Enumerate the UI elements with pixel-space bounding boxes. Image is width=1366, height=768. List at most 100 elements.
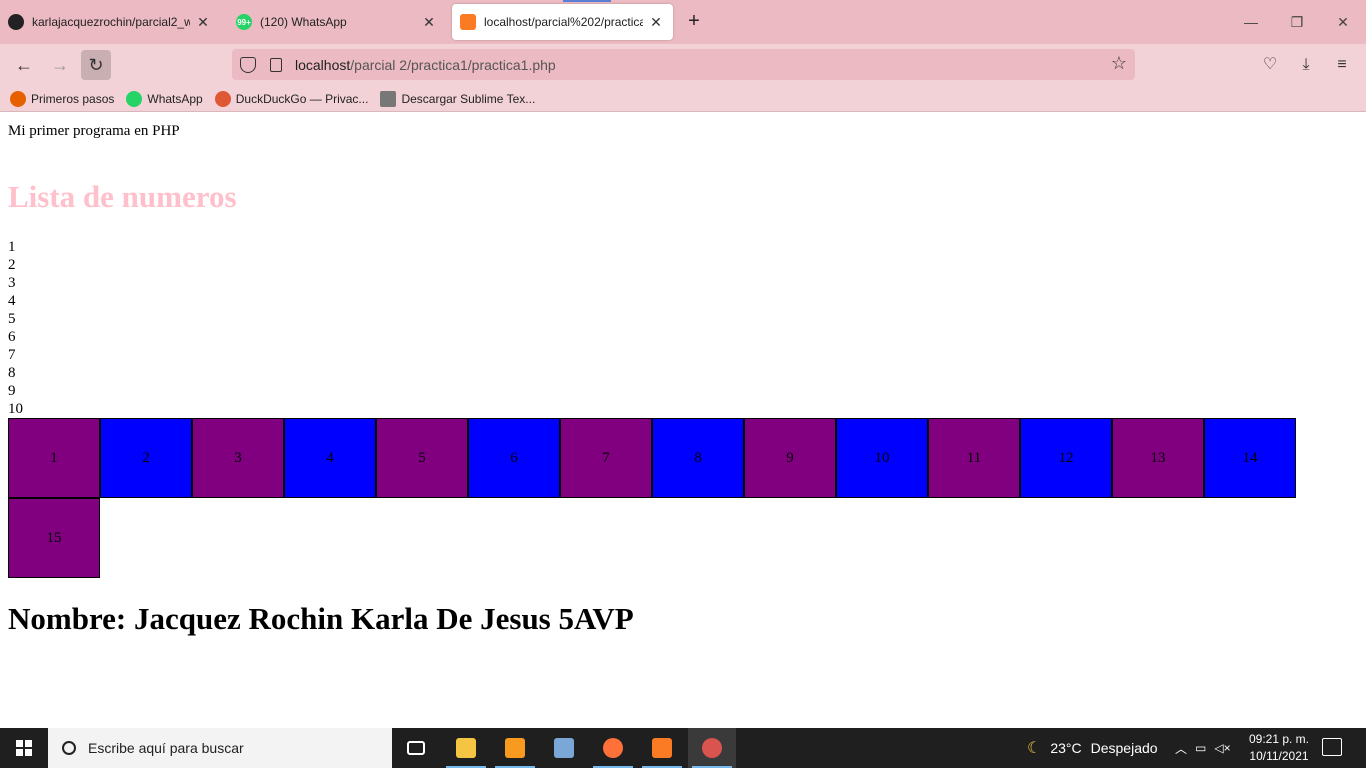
list-title: Lista de numeros — [8, 179, 237, 214]
number-item: 9 — [8, 383, 16, 399]
duckduckgo-icon — [214, 90, 231, 107]
chevron-up-icon[interactable]: ︿ — [1175, 740, 1187, 757]
close-window-button[interactable]: ✕ — [1328, 10, 1358, 34]
firefox-icon — [603, 738, 623, 758]
new-tab-button[interactable]: + — [682, 10, 706, 34]
url-text[interactable]: localhost/parcial 2/practica1/practica1.… — [295, 57, 556, 73]
network-app-icon — [554, 738, 574, 758]
number-box: 12 — [1020, 418, 1112, 498]
number-item: 1 — [8, 239, 16, 255]
number-box: 6 — [468, 418, 560, 498]
number-box: 10 — [836, 418, 928, 498]
file-explorer-button[interactable] — [442, 728, 490, 768]
weather-text: Despejado — [1090, 740, 1158, 756]
url-host: localhost — [295, 56, 351, 73]
url-bar[interactable]: localhost/parcial 2/practica1/practica1.… — [232, 49, 1135, 80]
number-box: 7 — [560, 418, 652, 498]
pocket-icon[interactable]: ♡ — [1259, 54, 1281, 76]
forward-button[interactable]: → — [45, 50, 75, 80]
snipping-tool-icon — [702, 738, 722, 758]
number-box: 5 — [376, 418, 468, 498]
start-button[interactable] — [0, 728, 48, 768]
search-icon — [62, 741, 76, 755]
intro-text: Mi primer programa en PHP — [8, 123, 180, 139]
task-view-button[interactable] — [392, 728, 440, 768]
close-tab-icon[interactable]: ✕ — [420, 14, 438, 31]
number-item: 5 — [8, 311, 16, 327]
snipping-tool-button[interactable] — [688, 728, 736, 768]
menu-icon[interactable]: ≡ — [1331, 54, 1353, 76]
back-button[interactable]: ← — [9, 50, 39, 80]
page-icon — [380, 90, 397, 107]
whatsapp-icon: 99+ — [236, 14, 252, 30]
clock-time: 09:21 p. m. — [1248, 732, 1310, 746]
close-tab-icon[interactable]: ✕ — [194, 14, 212, 31]
bookmark-label: Primeros pasos — [31, 91, 115, 106]
close-tab-icon[interactable]: ✕ — [647, 14, 665, 31]
bookmark-whatsapp[interactable]: WhatsApp — [126, 90, 203, 107]
xampp-icon — [652, 738, 672, 758]
folder-icon — [456, 738, 476, 758]
download-icon[interactable]: ⤓ — [1295, 54, 1317, 76]
number-item: 2 — [8, 257, 16, 273]
sublime-button[interactable] — [491, 728, 539, 768]
windows-icon — [16, 740, 32, 756]
number-item: 10 — [8, 401, 23, 417]
number-box: 9 — [744, 418, 836, 498]
system-tray: ︿ ▭ ◁× — [1175, 728, 1239, 768]
network-icon[interactable]: ▭ — [1195, 741, 1206, 755]
moon-icon: ☾ — [1027, 740, 1042, 757]
whatsapp-icon — [126, 90, 143, 107]
number-item: 4 — [8, 293, 16, 309]
number-box: 13 — [1112, 418, 1204, 498]
firefox-button[interactable] — [589, 728, 637, 768]
number-box: 14 — [1204, 418, 1296, 498]
nav-bar: ← → ↻ localhost/parcial 2/practica1/prac… — [0, 44, 1366, 86]
tab-localhost[interactable]: localhost/parcial%202/practica ✕ — [452, 4, 673, 40]
notification-icon[interactable] — [1322, 738, 1342, 756]
bookmark-duckduckgo[interactable]: DuckDuckGo — Privac... — [214, 90, 369, 107]
xampp-button[interactable] — [638, 728, 686, 768]
tab-label: karlajacquezrochin/parcial2_we — [32, 15, 190, 29]
number-box: 2 — [100, 418, 192, 498]
minimize-button[interactable]: — — [1236, 10, 1266, 34]
bookmarks-bar: Primeros pasos WhatsApp DuckDuckGo — Pri… — [0, 86, 1366, 112]
bookmark-star-icon[interactable]: ☆ — [1111, 53, 1127, 74]
number-list: 1 2 3 4 5 6 7 8 9 10 — [8, 238, 23, 418]
number-item: 8 — [8, 365, 16, 381]
tab-label: localhost/parcial%202/practica — [484, 15, 643, 29]
bookmark-label: DuckDuckGo — Privac... — [235, 91, 369, 106]
number-box: 15 — [8, 498, 100, 578]
task-view-icon — [407, 741, 425, 755]
bookmark-primeros-pasos[interactable]: Primeros pasos — [10, 90, 115, 107]
author-name: Nombre: Jacquez Rochin Karla De Jesus 5A… — [8, 601, 634, 636]
network-app-button[interactable] — [540, 728, 588, 768]
tab-github[interactable]: karlajacquezrochin/parcial2_we ✕ — [0, 4, 220, 40]
taskbar-search[interactable]: Escribe aquí para buscar — [48, 728, 392, 768]
number-box: 4 — [284, 418, 376, 498]
tab-bar: karlajacquezrochin/parcial2_we ✕ 99+ (12… — [0, 0, 1366, 44]
page-info-icon[interactable] — [270, 57, 282, 72]
clock-date: 10/11/2021 — [1249, 749, 1309, 763]
weather-widget[interactable]: ☾ 23°C Despejado — [1027, 728, 1158, 768]
bookmark-sublime[interactable]: Descargar Sublime Tex... — [380, 90, 536, 107]
search-placeholder: Escribe aquí para buscar — [88, 740, 244, 756]
tab-label: (120) WhatsApp — [260, 15, 347, 29]
number-box: 8 — [652, 418, 744, 498]
volume-muted-icon[interactable]: ◁× — [1214, 741, 1230, 755]
url-path: /parcial 2/practica1/practica1.php — [350, 56, 556, 73]
tab-accent — [563, 0, 611, 2]
bookmark-label: WhatsApp — [147, 91, 203, 106]
number-item: 3 — [8, 275, 16, 291]
xampp-icon — [460, 14, 476, 30]
firefox-icon — [10, 90, 26, 107]
reload-button[interactable]: ↻ — [81, 50, 111, 80]
shield-icon[interactable] — [240, 56, 256, 73]
clock[interactable]: 09:21 p. m. 10/11/2021 — [1244, 731, 1314, 765]
number-box: 3 — [192, 418, 284, 498]
weather-temp: 23°C — [1050, 740, 1082, 756]
restore-button[interactable]: ❐ — [1282, 10, 1312, 34]
tab-whatsapp[interactable]: 99+ (120) WhatsApp ✕ — [228, 4, 446, 40]
number-box: 1 — [8, 418, 100, 498]
bookmark-label: Descargar Sublime Tex... — [401, 91, 536, 106]
